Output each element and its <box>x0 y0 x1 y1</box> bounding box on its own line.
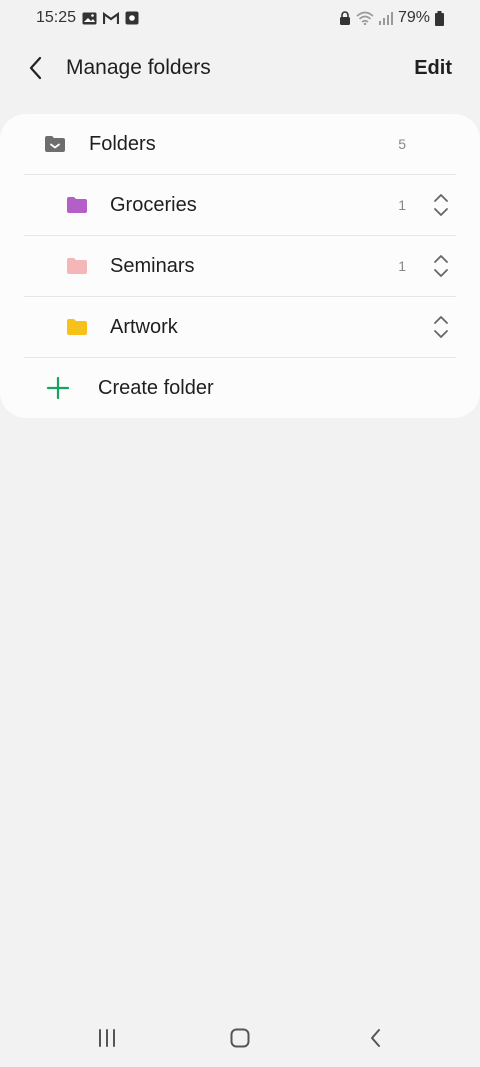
chevron-left-icon <box>29 56 42 80</box>
gallery-icon <box>82 12 97 25</box>
gmail-icon <box>103 11 120 25</box>
reorder-icon[interactable] <box>428 190 454 220</box>
recents-icon <box>99 1029 115 1047</box>
create-folder-button[interactable]: Create folder <box>24 358 456 418</box>
back-button[interactable] <box>22 54 50 82</box>
wifi-icon <box>356 11 374 25</box>
folder-row-groceries[interactable]: Groceries 1 <box>24 175 456 236</box>
home-icon <box>230 1028 250 1048</box>
folder-label: Groceries <box>110 193 197 216</box>
page-title: Manage folders <box>66 56 211 79</box>
battery-percent: 79% <box>397 9 430 26</box>
folder-row-seminars[interactable]: Seminars 1 <box>24 236 456 297</box>
recents-button[interactable] <box>92 1023 122 1053</box>
folder-count: 1 <box>398 197 406 213</box>
reorder-icon[interactable] <box>428 312 454 342</box>
battery-icon <box>435 10 444 26</box>
folder-icon <box>66 257 88 275</box>
folder-count: 5 <box>398 136 406 152</box>
plus-icon <box>46 376 70 400</box>
folders-card: Folders 5 Groceries 1 Seminars 1 Artwork <box>0 114 480 418</box>
folder-icon <box>66 196 88 214</box>
folder-row-artwork[interactable]: Artwork <box>24 297 456 358</box>
reorder-icon[interactable] <box>428 251 454 281</box>
folder-check-icon <box>44 135 66 153</box>
back-icon <box>371 1029 380 1047</box>
home-button[interactable] <box>225 1023 255 1053</box>
create-folder-label: Create folder <box>98 376 214 399</box>
folder-label: Artwork <box>110 315 178 338</box>
signal-icon <box>378 11 393 25</box>
lock-icon <box>339 10 351 26</box>
app-header: Manage folders Edit <box>0 46 480 90</box>
folder-label: Folders <box>89 132 156 155</box>
nav-back-button[interactable] <box>361 1023 391 1053</box>
folder-icon <box>66 318 88 336</box>
system-nav-bar <box>0 1007 480 1067</box>
folder-label: Seminars <box>110 254 195 277</box>
folder-count: 1 <box>398 258 406 274</box>
screenshot-icon <box>125 11 139 25</box>
status-time: 15:25 <box>36 9 77 26</box>
edit-button[interactable]: Edit <box>414 57 452 80</box>
folder-row-root[interactable]: Folders 5 <box>24 114 456 175</box>
status-bar: 15:25 79% <box>0 0 480 36</box>
